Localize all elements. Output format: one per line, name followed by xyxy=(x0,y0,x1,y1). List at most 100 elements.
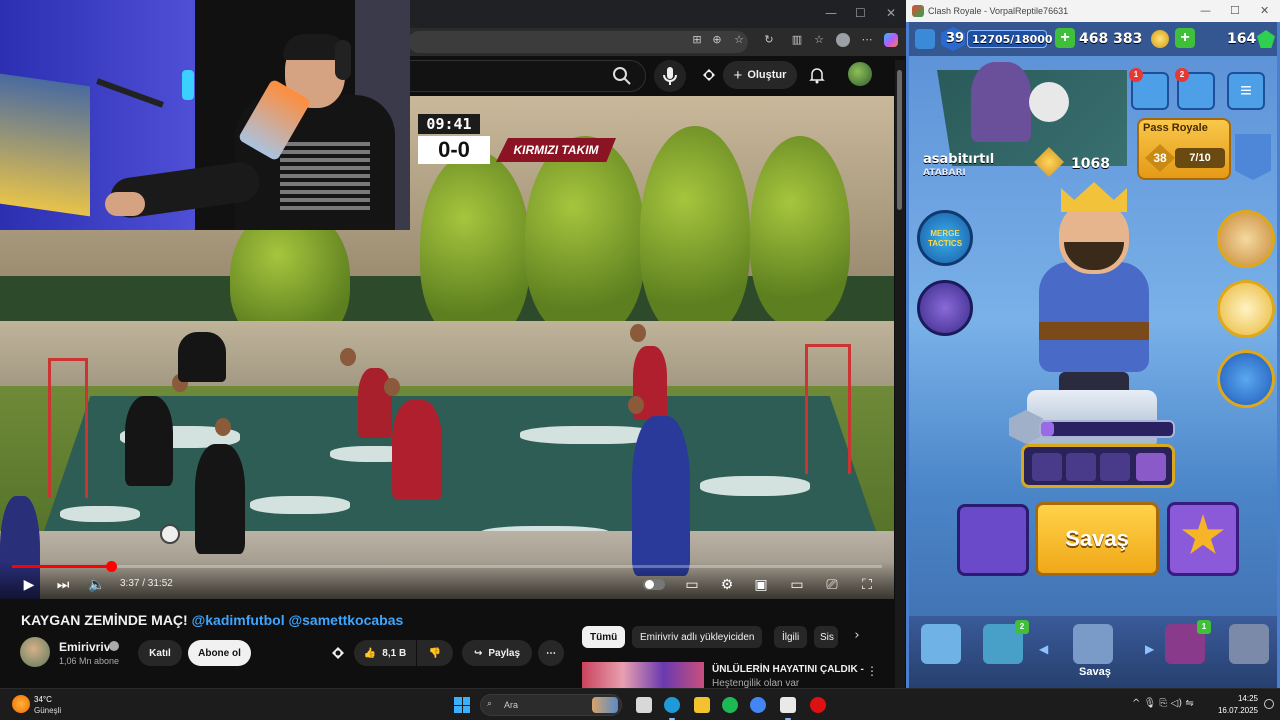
create-button[interactable]: + Oluştur xyxy=(723,61,797,89)
refresh-icon[interactable]: ↻ xyxy=(762,33,776,47)
thumbs-down-icon: 👎 xyxy=(428,647,442,659)
notification-icon[interactable] xyxy=(1264,699,1274,709)
favorite-star-icon[interactable]: ☆ xyxy=(732,33,746,47)
weather-description[interactable]: Güneşli xyxy=(34,706,61,715)
rewards-button[interactable] xyxy=(1217,280,1275,338)
favorites-icon[interactable]: ☆ xyxy=(812,33,826,47)
voice-search-button[interactable] xyxy=(654,60,686,92)
cast-icon[interactable]: ⎚ xyxy=(823,576,841,594)
profile-avatar[interactable] xyxy=(836,33,850,47)
dislike-button[interactable]: 👎 xyxy=(417,640,453,666)
nav-cards-badge: 2 xyxy=(1015,620,1029,634)
clan-name[interactable]: ATABARI xyxy=(923,168,966,178)
split-screen-icon[interactable]: ▥ xyxy=(790,33,804,47)
channel-name[interactable]: Emirivriv xyxy=(59,640,110,654)
close-button[interactable]: ✕ xyxy=(1260,4,1269,17)
search-box[interactable] xyxy=(408,60,646,92)
search-highlight-image[interactable] xyxy=(592,697,618,713)
webcam-overlay xyxy=(0,0,410,230)
opera-icon[interactable] xyxy=(810,697,826,713)
nav-battle-label: Savaş xyxy=(1079,666,1111,678)
deck-slots[interactable] xyxy=(1021,444,1175,488)
player-level: 39 xyxy=(946,31,965,46)
maximize-button[interactable]: ☐ xyxy=(1230,4,1240,17)
file-explorer-icon[interactable] xyxy=(694,697,710,713)
maximize-button[interactable]: ☐ xyxy=(855,6,866,20)
minimize-button[interactable]: — xyxy=(825,6,837,20)
clock-date[interactable]: 16.07.2025 xyxy=(1200,706,1258,715)
crown-icon[interactable] xyxy=(1235,134,1271,180)
chip-from-uploader[interactable]: Emirivriv adlı yükleyiciden xyxy=(632,626,763,648)
chrome-icon[interactable] xyxy=(750,697,766,713)
miniplayer-icon[interactable]: ▣ xyxy=(752,576,770,594)
nav-shop[interactable] xyxy=(921,624,961,664)
more-actions-button[interactable]: ⋯ xyxy=(538,640,564,666)
recommendation-menu-icon[interactable]: ⋮ xyxy=(866,664,878,678)
clash-royale-taskbar-icon[interactable] xyxy=(780,697,796,713)
progress-bar[interactable] xyxy=(12,561,882,572)
fullscreen-icon[interactable]: ⛶ xyxy=(858,576,876,594)
app-install-icon[interactable]: ⊞ xyxy=(690,33,704,47)
weather-icon[interactable] xyxy=(12,695,30,713)
hamburger-menu-icon[interactable]: ≡ xyxy=(1227,72,1265,110)
scrollbar-thumb[interactable] xyxy=(897,70,902,210)
nav-right-arrow-icon[interactable]: ▶ xyxy=(1145,642,1154,656)
bell-icon[interactable] xyxy=(808,66,826,84)
add-gold-button[interactable]: + xyxy=(1055,28,1075,48)
star-event-button[interactable] xyxy=(1217,350,1275,408)
subscribe-button[interactable]: Abone ol xyxy=(188,640,251,666)
battle-button[interactable]: Savaş xyxy=(1035,502,1159,576)
recommendation-thumbnail[interactable] xyxy=(582,662,704,688)
nav-battle[interactable] xyxy=(1073,624,1113,664)
chip-related[interactable]: İlgili xyxy=(774,626,808,648)
chip-all[interactable]: Tümü xyxy=(582,626,626,648)
gem-icon xyxy=(1257,30,1275,48)
video-scene-tree xyxy=(420,151,530,341)
chevron-right-icon[interactable]: › xyxy=(848,628,866,646)
deck-card-button[interactable] xyxy=(957,504,1029,576)
spotify-icon[interactable] xyxy=(722,697,738,713)
event-chest-button[interactable] xyxy=(917,280,973,336)
edge-icon[interactable] xyxy=(664,697,680,713)
subtitles-icon[interactable]: ▭ xyxy=(683,576,701,594)
merge-tactics-button[interactable]: MERGE TACTICS xyxy=(917,210,973,266)
start-button[interactable] xyxy=(454,697,470,713)
account-avatar[interactable] xyxy=(848,62,872,86)
channel-avatar[interactable] xyxy=(20,637,50,667)
next-icon[interactable]: ⏭ xyxy=(54,576,72,594)
volume-icon[interactable]: 🔈 xyxy=(88,576,106,594)
nav-left-arrow-icon[interactable]: ◀ xyxy=(1039,642,1048,656)
extension-icon[interactable] xyxy=(330,645,346,661)
goal-right xyxy=(805,344,851,474)
menu-icon[interactable] xyxy=(915,29,935,49)
create-label: Oluştur xyxy=(747,69,787,81)
recommendation-title[interactable]: ÜNLÜLERİN HAYATINI ÇALDIK - xyxy=(712,664,864,675)
system-tray[interactable]: ^ 🎙 ⎘ ◁) ⇋ xyxy=(1132,698,1194,709)
join-button[interactable]: Katıl xyxy=(138,640,182,666)
close-button[interactable]: ✕ xyxy=(886,6,896,20)
theater-mode-icon[interactable]: ▭ xyxy=(788,576,806,594)
settings-gear-icon[interactable]: ⚙ xyxy=(718,576,736,594)
more-options-icon[interactable]: ⋯ xyxy=(860,33,874,47)
copilot-icon[interactable] xyxy=(884,33,898,47)
foam xyxy=(60,506,140,522)
task-view-icon[interactable] xyxy=(636,697,652,713)
game-screen: 39 12705/18000 + 468 383 + 164 asabitırt… xyxy=(909,22,1277,688)
minimize-button[interactable]: — xyxy=(1200,4,1211,17)
zoom-icon[interactable]: ⊕ xyxy=(710,33,724,47)
search-icon[interactable] xyxy=(612,66,632,86)
play-icon[interactable]: ▶ xyxy=(20,576,38,594)
character-event-button[interactable] xyxy=(1217,210,1275,268)
clock-time[interactable]: 14:25 xyxy=(1218,694,1258,703)
like-button[interactable]: 👍 8,1 B xyxy=(354,640,416,666)
video-scene-tree xyxy=(640,126,750,336)
clash-titlebar: Clash Royale - VorpalReptile76631 — ☐ ✕ xyxy=(906,0,1280,22)
weather-temperature[interactable]: 34°C xyxy=(34,695,52,704)
share-button[interactable]: ↪ Paylaş xyxy=(462,640,532,666)
nav-events[interactable] xyxy=(1229,624,1269,664)
player-name[interactable]: asabitırtıl xyxy=(923,152,994,167)
extension-icon[interactable] xyxy=(700,66,718,84)
video-title-tags[interactable]: @kadimfutbol @samettkocabas xyxy=(188,612,404,628)
chip-more[interactable]: Sis xyxy=(814,626,838,648)
add-gems-button[interactable]: + xyxy=(1175,28,1195,48)
